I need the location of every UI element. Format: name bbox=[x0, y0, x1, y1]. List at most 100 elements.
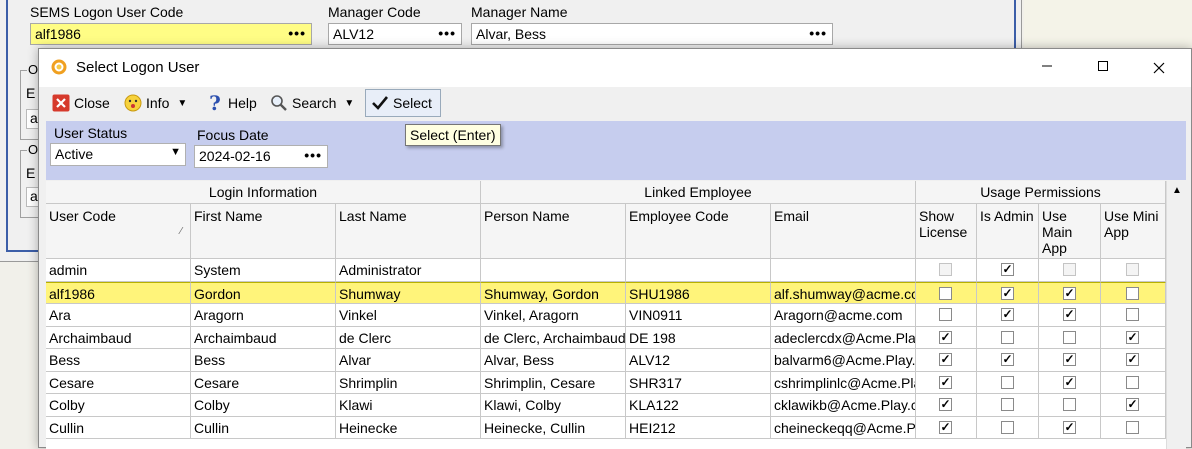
is-admin-checkbox[interactable] bbox=[1001, 420, 1014, 434]
info-button[interactable]: Info ▼ bbox=[123, 89, 187, 117]
cell-email: adeclercdx@Acme.Play bbox=[771, 326, 916, 349]
table-row[interactable]: Archaimbaud Archaimbaud de Clerc de Clerc, … bbox=[46, 326, 1166, 349]
ellipsis-icon[interactable]: ••• bbox=[288, 25, 306, 41]
col-employee-code[interactable]: Employee Code bbox=[626, 204, 771, 259]
logon-user-code-value: alf1986 bbox=[35, 26, 81, 42]
is-admin-checkbox[interactable]: ✓ bbox=[1001, 308, 1014, 321]
group-login-information: Login Information bbox=[46, 181, 481, 204]
col-user-code[interactable]: User Code ⁄ bbox=[46, 204, 191, 259]
col-first-name[interactable]: First Name bbox=[191, 204, 336, 259]
use-mini-app-checkbox[interactable]: ✓ bbox=[1126, 353, 1139, 366]
cell-person-name: Klawi, Colby bbox=[481, 394, 626, 417]
window-close-button[interactable] bbox=[1131, 49, 1187, 87]
use-mini-app-checkbox[interactable] bbox=[1126, 420, 1139, 434]
minimize-icon bbox=[1042, 65, 1052, 67]
col-show-license[interactable]: Show License bbox=[916, 204, 977, 259]
manager-name-field[interactable]: Alvar, Bess ••• bbox=[471, 23, 833, 45]
toolbar: Close Info ▼ ? Help Search ▼ Select bbox=[47, 89, 1187, 117]
table-row-selected[interactable]: alf1986 Gordon Shumway Shumway, Gordon SHU19… bbox=[46, 281, 1166, 304]
chevron-down-icon[interactable]: ▼ bbox=[344, 98, 354, 109]
show-license-checkbox[interactable]: ✓ bbox=[939, 398, 952, 411]
use-mini-app-checkbox[interactable] bbox=[1126, 375, 1139, 389]
cell-person-name bbox=[481, 259, 626, 282]
show-license-checkbox[interactable] bbox=[939, 308, 952, 321]
col-person-name[interactable]: Person Name bbox=[481, 204, 626, 259]
col-last-name[interactable]: Last Name bbox=[336, 204, 481, 259]
cell-first-name: Bess bbox=[191, 349, 336, 372]
title-bar[interactable]: Select Logon User bbox=[39, 49, 1191, 87]
use-main-app-checkbox[interactable]: ✓ bbox=[1063, 308, 1076, 321]
minimize-button[interactable] bbox=[1019, 49, 1075, 87]
use-main-app-checkbox[interactable]: ✓ bbox=[1063, 353, 1076, 366]
use-main-app-checkbox[interactable]: ✓ bbox=[1063, 286, 1076, 300]
cell-email: cheineckeqq@Acme.P bbox=[771, 416, 916, 439]
col-label: User Code bbox=[49, 208, 116, 224]
manager-code-field[interactable]: ALV12 ••• bbox=[328, 23, 462, 45]
cell-email: cklawikb@Acme.Play.c bbox=[771, 394, 916, 417]
ellipsis-icon[interactable]: ••• bbox=[809, 25, 827, 41]
checkbox-cell bbox=[1101, 259, 1166, 282]
table-row[interactable]: Ara Aragorn Vinkel Vinkel, Aragorn VIN0911 Ar… bbox=[46, 304, 1166, 327]
select-button[interactable]: Select bbox=[365, 89, 441, 117]
use-main-app-checkbox[interactable] bbox=[1063, 398, 1076, 411]
checkbox-cell: ✓ bbox=[1039, 416, 1101, 439]
use-mini-app-checkbox[interactable] bbox=[1126, 308, 1139, 321]
checkbox-cell: ✓ bbox=[916, 349, 977, 372]
checkbox-cell bbox=[916, 281, 977, 304]
show-license-checkbox[interactable]: ✓ bbox=[939, 353, 952, 366]
cell-last-name: de Clerc bbox=[336, 326, 481, 349]
table-row[interactable]: Colby Colby Klawi Klawi, Colby KLA122 cklawik… bbox=[46, 394, 1166, 417]
is-admin-checkbox[interactable]: ✓ bbox=[1001, 286, 1014, 300]
table-row[interactable]: Cesare Cesare Shrimplin Shrimplin, Cesare SH… bbox=[46, 371, 1166, 394]
vertical-scrollbar[interactable]: ▲ bbox=[1166, 181, 1186, 449]
col-email[interactable]: Email bbox=[771, 204, 916, 259]
table-row[interactable]: Cullin Cullin Heinecke Heinecke, Cullin HEI2… bbox=[46, 416, 1166, 439]
help-button[interactable]: ? Help bbox=[205, 89, 257, 117]
maximize-icon bbox=[1098, 61, 1108, 71]
show-license-checkbox[interactable]: ✓ bbox=[939, 420, 952, 434]
col-use-main-app[interactable]: Use Main App bbox=[1039, 204, 1101, 259]
chevron-down-icon[interactable]: ▼ bbox=[177, 98, 187, 109]
col-use-mini-app[interactable]: Use Mini App bbox=[1101, 204, 1166, 259]
use-main-app-checkbox[interactable] bbox=[1063, 330, 1076, 344]
close-button[interactable]: Close bbox=[51, 89, 110, 117]
show-license-checkbox[interactable]: ✓ bbox=[939, 375, 952, 389]
cell-first-name: System bbox=[191, 259, 336, 282]
cell-last-name: Vinkel bbox=[336, 304, 481, 327]
use-main-app-checkbox[interactable]: ✓ bbox=[1063, 375, 1076, 389]
is-admin-checkbox[interactable] bbox=[1001, 330, 1014, 344]
manager-code-value: ALV12 bbox=[333, 26, 374, 42]
focus-date-field[interactable]: 2024-02-16 ••• bbox=[194, 145, 328, 168]
grid-column-header: User Code ⁄ First Name Last Name Person N… bbox=[46, 204, 1166, 259]
ellipsis-icon[interactable]: ••• bbox=[438, 25, 456, 41]
logon-user-code-field[interactable]: alf1986 ••• bbox=[30, 23, 312, 45]
is-admin-checkbox[interactable]: ✓ bbox=[1001, 263, 1014, 276]
use-mini-app-checkbox[interactable]: ✓ bbox=[1126, 398, 1139, 411]
use-mini-app-checkbox[interactable]: ✓ bbox=[1126, 330, 1139, 344]
table-row[interactable]: admin System Administrator ✓ bbox=[46, 259, 1166, 282]
dropdown-arrow-icon[interactable]: ▼ bbox=[170, 146, 181, 158]
cell-person-name: Vinkel, Aragorn bbox=[481, 304, 626, 327]
show-license-checkbox[interactable]: ✓ bbox=[939, 330, 952, 344]
checkbox-cell: ✓ bbox=[1101, 326, 1166, 349]
scroll-up-icon[interactable]: ▲ bbox=[1167, 181, 1186, 201]
show-license-checkbox[interactable] bbox=[939, 286, 952, 300]
search-button[interactable]: Search ▼ bbox=[269, 89, 354, 117]
col-is-admin[interactable]: Is Admin bbox=[977, 204, 1039, 259]
use-mini-app-checkbox[interactable] bbox=[1126, 286, 1139, 300]
is-admin-checkbox[interactable] bbox=[1001, 375, 1014, 389]
checkbox-cell bbox=[1039, 326, 1101, 349]
ellipsis-icon[interactable]: ••• bbox=[304, 147, 322, 163]
cell-user-code: admin bbox=[46, 259, 191, 282]
maximize-button[interactable] bbox=[1075, 49, 1131, 87]
table-row[interactable]: Bess Bess Alvar Alvar, Bess ALV12 balvarm6@Ac… bbox=[46, 349, 1166, 372]
is-admin-checkbox[interactable] bbox=[1001, 398, 1014, 411]
use-main-app-checkbox[interactable]: ✓ bbox=[1063, 420, 1076, 434]
user-status-select[interactable]: Active ▼ bbox=[50, 143, 186, 166]
group-text: E bbox=[26, 85, 36, 101]
show-license-checkbox bbox=[939, 263, 952, 276]
app-logo-icon bbox=[51, 59, 67, 75]
checkbox-cell bbox=[916, 304, 977, 327]
is-admin-checkbox[interactable]: ✓ bbox=[1001, 353, 1014, 366]
checkbox-cell bbox=[1101, 304, 1166, 327]
